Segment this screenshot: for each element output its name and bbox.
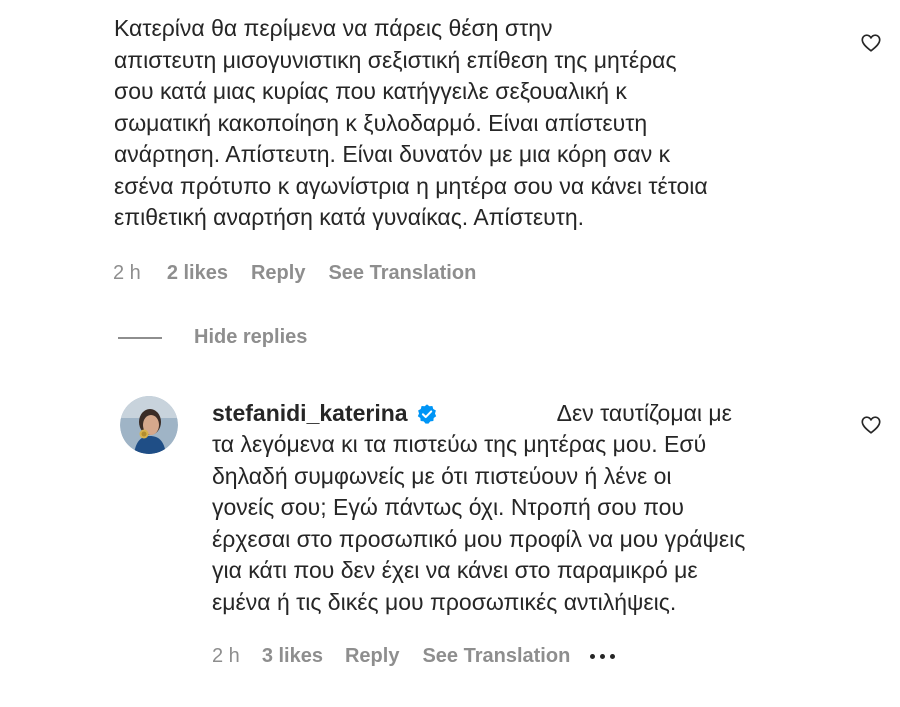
verified-badge-icon (417, 404, 436, 424)
comment-meta: 2 h 2 likes Reply See Translation (113, 262, 476, 285)
reply-reply-button[interactable]: Reply (345, 645, 399, 668)
reply-see-translation-button[interactable]: See Translation (422, 645, 570, 668)
reply-meta: 2 h 3 likes Reply See Translation (212, 645, 620, 668)
comment-see-translation-button[interactable]: See Translation (328, 262, 476, 285)
comment-text: Κατερίνα θα περίμενα να πάρεις θέση στην… (114, 15, 708, 230)
reply-text-first-line: Δεν ταυτίζομαι με (556, 400, 732, 426)
reply-likes-link[interactable]: 3 likes (262, 645, 323, 668)
avatar[interactable] (120, 396, 178, 454)
reply-time: 2 h (212, 645, 240, 667)
reply-header: stefanidi_katerina Δεν ταυτίζομαι με (212, 398, 732, 430)
hide-replies-button[interactable]: Hide replies (118, 326, 307, 349)
comment-time: 2 h (113, 262, 141, 284)
hide-replies-divider (118, 336, 162, 339)
hide-replies-label: Hide replies (194, 326, 308, 348)
reply-text: τα λεγόμενα κι τα πιστεύω της μητέρας μο… (212, 431, 746, 615)
heart-outline-icon[interactable] (860, 32, 882, 54)
more-options-icon[interactable] (590, 654, 620, 659)
comment-likes-link[interactable]: 2 likes (167, 262, 228, 285)
heart-outline-icon[interactable] (860, 414, 882, 436)
reply-username[interactable]: stefanidi_katerina (212, 398, 408, 430)
comment-reply-button[interactable]: Reply (251, 262, 305, 285)
